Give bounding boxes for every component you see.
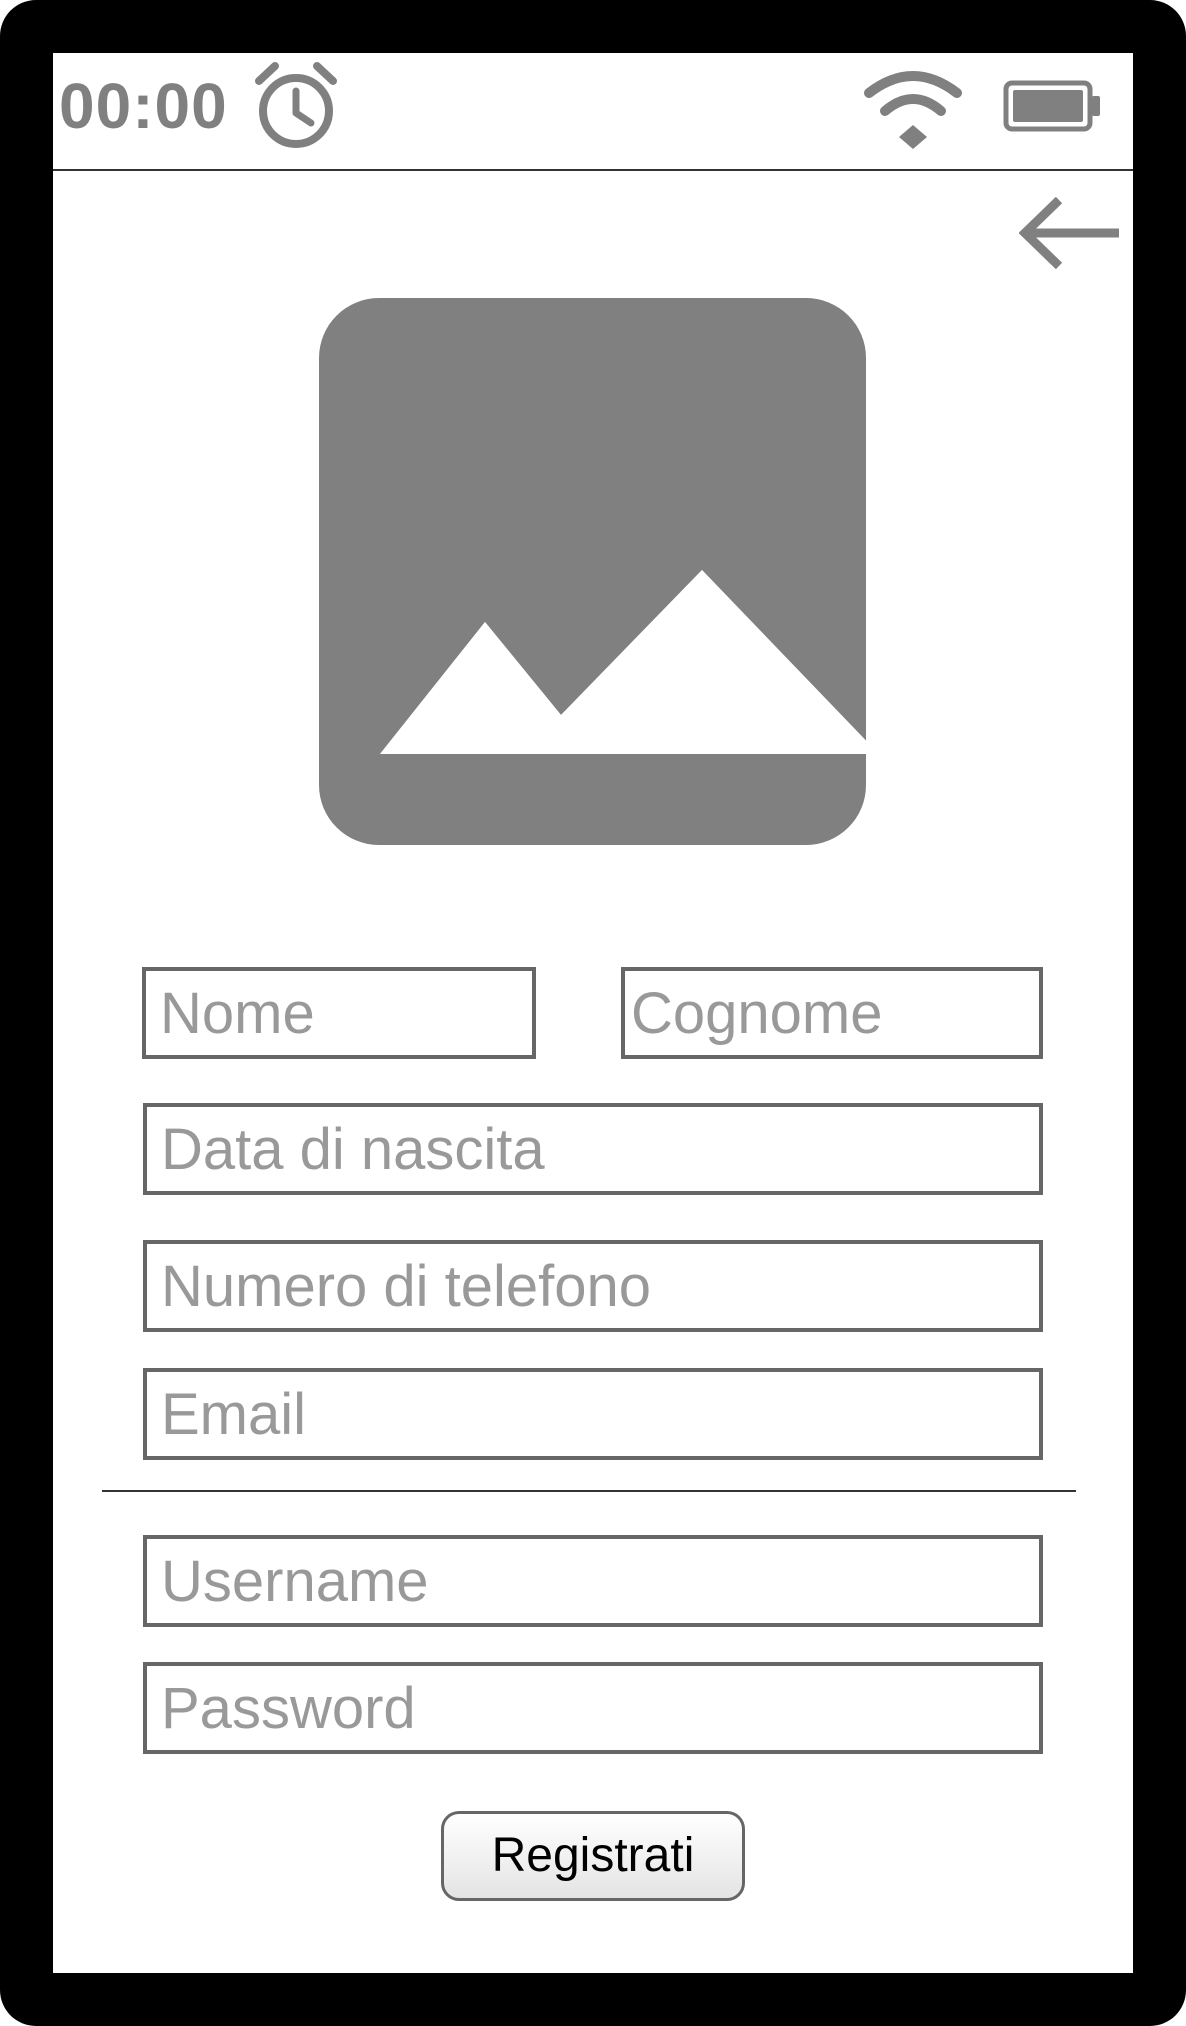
status-time: 00:00 [59, 70, 228, 142]
section-divider [102, 1490, 1076, 1492]
data-nascita-field[interactable] [143, 1103, 1043, 1195]
mountains-icon [380, 570, 866, 754]
app-screen: 00:00 Nome Cognome Data di nascita Numer… [53, 53, 1133, 1973]
wifi-icon [864, 71, 962, 149]
username-field[interactable] [143, 1535, 1043, 1627]
password-input[interactable] [147, 1666, 1039, 1750]
back-arrow-icon[interactable] [1019, 197, 1123, 269]
cognome-field[interactable] [621, 967, 1043, 1059]
data-nascita-input[interactable] [147, 1107, 1039, 1191]
battery-icon [1003, 80, 1100, 132]
telefono-field[interactable] [143, 1240, 1043, 1332]
phone-frame: 00:00 Nome Cognome Data di nascita Numer… [0, 0, 1186, 2026]
email-input[interactable] [147, 1372, 1039, 1456]
telefono-input[interactable] [147, 1244, 1039, 1328]
username-input[interactable] [147, 1539, 1039, 1623]
email-field[interactable] [143, 1368, 1043, 1460]
nome-input[interactable] [146, 971, 532, 1055]
status-bar: 00:00 [53, 53, 1133, 171]
cognome-input[interactable] [625, 971, 1039, 1055]
password-field[interactable] [143, 1662, 1043, 1754]
nome-field[interactable] [142, 967, 536, 1059]
register-button[interactable]: Registrati [441, 1811, 745, 1901]
image-placeholder-icon [319, 298, 866, 845]
alarm-clock-icon [255, 62, 337, 148]
